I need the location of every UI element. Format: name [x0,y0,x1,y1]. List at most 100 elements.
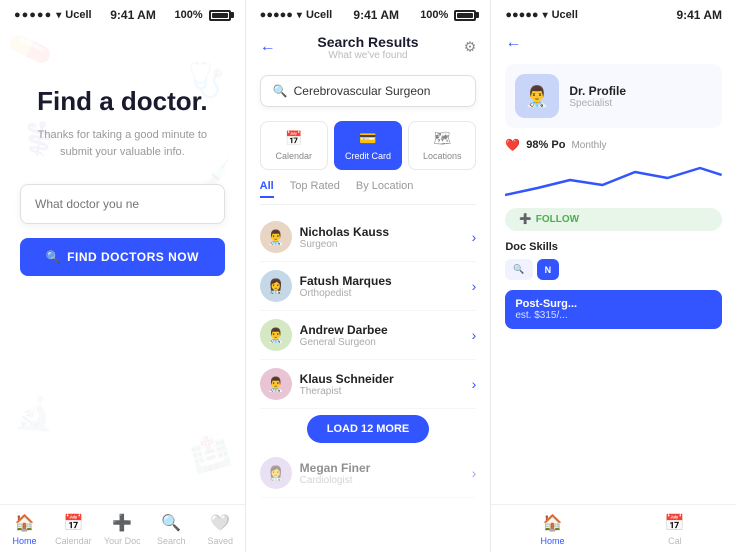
doctor-specialty: Surgeon [300,239,464,250]
profile-avatar: 👨‍⚕️ [515,74,559,118]
nav-search[interactable]: 🔍 Search [147,513,196,546]
battery-icon [209,10,231,21]
follow-icon: ➕ [519,214,531,225]
skill-chip[interactable]: N [537,259,560,280]
doctor-specialty: Therapist [300,386,464,397]
back-button[interactable]: ← [260,38,276,56]
bottom-nav-3: 🏠 Home 📅 Cal [491,504,736,552]
skill-label: N [545,265,552,275]
nav-yourdoc[interactable]: ➕ Your Doc [98,513,147,546]
post-surg-title: Post-Surg... [515,298,712,310]
profile-specialty: Specialist [569,98,626,109]
category-tabs: 📅 Calendar 💳 Credit Card 🗺 Locations [260,121,477,170]
nav-calendar-label: Calendar [55,536,92,546]
search-input-container[interactable] [20,184,225,224]
stat-percent: 98% Po [526,139,565,151]
load-more-button[interactable]: LOAD 12 MORE [307,415,430,443]
search-input-2[interactable] [294,84,464,98]
screen-search-results: ●●●●● ▾ Ucell 9:41 AM 100% ← Search Resu… [246,0,492,552]
search-bar[interactable]: 🔍 [260,75,477,107]
nav-yourdoc-label: Your Doc [104,536,141,546]
tab-calendar-label: Calendar [276,151,313,161]
signal-dots-2: ●●●●● [260,9,293,21]
nav-calendar[interactable]: 📅 Calendar [49,513,98,546]
avatar: 👨‍⚕️ [260,368,292,400]
nav-home[interactable]: 🏠 Home [0,513,49,546]
tab-locations[interactable]: 🗺 Locations [408,121,476,170]
time-2: 9:41 AM [353,8,399,22]
doctor-info: Klaus Schneider Therapist [300,372,464,397]
doctor-name: Megan Finer [300,461,464,475]
doctor-item[interactable]: 👩‍⚕️ Megan Finer Cardiologist › [260,449,477,498]
settings-icon[interactable]: ⚙ [464,38,477,55]
credit-card-icon: 💳 [359,130,376,147]
tab-credit-card-label: Credit Card [345,151,391,161]
tab-calendar[interactable]: 📅 Calendar [260,121,328,170]
nav-saved[interactable]: 🤍 Saved [196,513,245,546]
tab-credit-card[interactable]: 💳 Credit Card [334,121,402,170]
doctor-info: Nicholas Kauss Surgeon [300,225,464,250]
nav-calendar-3[interactable]: 📅 Cal [614,513,736,546]
find-doctors-button[interactable]: 🔍 FIND DOCTORS NOW [20,238,225,276]
stats-chart [505,160,722,200]
arrow-icon: › [472,327,477,343]
nav-home-3[interactable]: 🏠 Home [491,513,613,546]
filter-top-rated[interactable]: Top Rated [290,180,340,198]
doctor-specialty: General Surgeon [300,337,464,348]
carrier-2: Ucell [306,9,332,21]
post-surg-price: est. $315/... [515,310,712,321]
profile-header: ← [491,26,736,58]
filter-by-location[interactable]: By Location [356,180,413,198]
filter-all[interactable]: All [260,180,274,198]
signal-dots-3: ●●●●● [505,9,538,21]
doctor-item[interactable]: 👩‍⚕️ Fatush Marques Orthopedist › [260,262,477,311]
battery-percent: 100% [175,9,203,21]
skills-section: Doc Skills 🔍 N [505,241,722,280]
search-results-header: ← Search Results What we've found ⚙ [246,26,491,67]
doctor-item[interactable]: 👨‍⚕️ Andrew Darbee General Surgeon › [260,311,477,360]
nav-search-label: Search [157,536,186,546]
arrow-icon: › [472,465,477,481]
time-3: 9:41 AM [676,8,722,22]
heart-saved-icon: 🤍 [210,513,230,533]
doctor-specialty: Orthopedist [300,288,464,299]
skill-chip[interactable]: 🔍 [505,259,532,280]
battery-pct-2: 100% [420,9,448,21]
carrier-3: Ucell [552,9,578,21]
results-title: Search Results [266,34,471,50]
profile-name: Dr. Profile [569,84,626,98]
status-bar-3: ●●●●● ▾ Ucell 9:41 AM [491,0,736,26]
search-skill-icon: 🔍 [513,264,524,275]
signal-dots: ●●●●● [14,9,52,21]
doctor-list: 👨‍⚕️ Nicholas Kauss Surgeon › 👩‍⚕️ Fatus… [246,209,491,552]
doctor-item[interactable]: 👨‍⚕️ Nicholas Kauss Surgeon › [260,213,477,262]
follow-button[interactable]: ➕ FOLLOW [505,208,722,231]
follow-label: FOLLOW [536,214,579,225]
doctor-name: Fatush Marques [300,274,464,288]
filter-tabs: All Top Rated By Location [260,180,477,205]
doctor-name: Klaus Schneider [300,372,464,386]
back-button-3[interactable]: ← [505,34,521,52]
search-icon: 🔍 [46,250,61,264]
arrow-icon: › [472,229,477,245]
screen-doctor-profile: ●●●●● ▾ Ucell 9:41 AM ← 👨‍⚕️ Dr. Profile… [491,0,736,552]
tab-locations-label: Locations [423,151,462,161]
arrow-icon: › [472,278,477,294]
calendar-icon: 📅 [63,513,83,533]
bottom-navigation: 🏠 Home 📅 Calendar ➕ Your Doc 🔍 Search 🤍 … [0,504,245,552]
results-subtitle: What we've found [266,50,471,61]
profile-info: Dr. Profile Specialist [569,84,626,109]
doctor-profile-card: 👨‍⚕️ Dr. Profile Specialist [505,64,722,128]
heart-icon: ❤️ [505,138,520,152]
battery-2: 100% [420,9,476,21]
stat-row: ❤️ 98% Po Monthly [505,138,722,152]
battery-icon-2 [454,10,476,21]
skills-grid: 🔍 N [505,259,722,280]
calendar-cat-icon: 📅 [285,130,302,147]
screen-home: 💊 🩺 ⚕️ 💉 🔬 🏥 ●●●●● ▾ Ucell 9:41 AM 100% … [0,0,246,552]
doctor-item[interactable]: 👨‍⚕️ Klaus Schneider Therapist › [260,360,477,409]
doctor-search-input[interactable] [35,197,210,211]
doctor-info: Fatush Marques Orthopedist [300,274,464,299]
carrier-label: Ucell [65,9,91,21]
doctor-name: Andrew Darbee [300,323,464,337]
